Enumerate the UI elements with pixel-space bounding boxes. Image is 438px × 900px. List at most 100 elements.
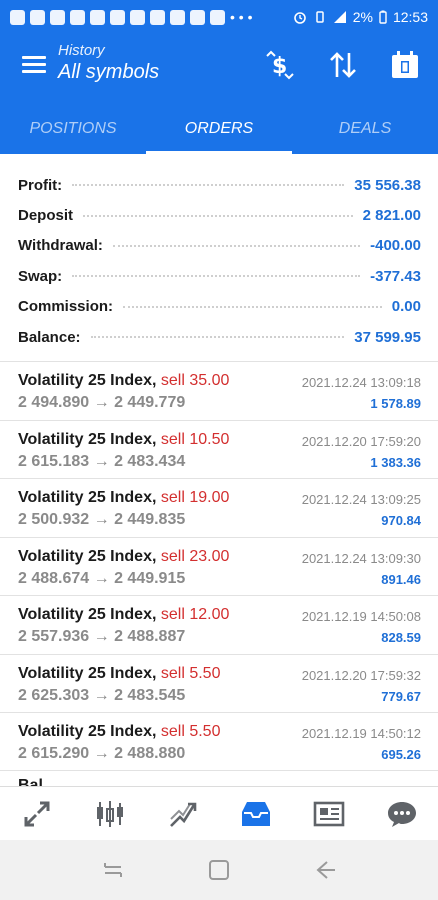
deal-action: sell 19.00: [160, 489, 230, 506]
deal-prices: 2 615.290 → 2 488.880: [18, 745, 186, 762]
deal-prices: 2 494.890 → 2 449.779: [18, 394, 186, 411]
chart-icon: [96, 800, 123, 827]
summary-row-withdrawal: Withdrawal: -400.00: [0, 231, 438, 261]
deal-action: sell 23.00: [160, 547, 230, 565]
summary-label: Withdrawal:: [18, 237, 109, 255]
bottom-nav: [0, 786, 438, 840]
deal-symbol: Volatility 25 Index,: [18, 489, 157, 506]
list-item[interactable]: Volatility 25 Index, sell 12.00 2 557.93…: [0, 595, 438, 654]
deal-action: sell 10.50: [160, 430, 230, 448]
deal-time: 2021.12.20 17:59:32: [301, 667, 421, 683]
system-nav-bar: [0, 840, 438, 900]
deal-prices: 2 625.303 → 2 483.545: [18, 686, 186, 704]
message-icon: [70, 9, 85, 25]
balance-peek-label: Bal: [18, 777, 43, 786]
tab-deals[interactable]: DEALS: [292, 104, 438, 154]
page-title: All symbols: [58, 61, 160, 83]
nav-chat[interactable]: [365, 787, 438, 840]
summary-row-commission: Commission: 0.00: [0, 292, 438, 322]
summary-label: Swap:: [18, 267, 69, 285]
nav-history[interactable]: [219, 787, 292, 840]
warning-icon: [30, 9, 45, 25]
deal-profit: 970.84: [381, 513, 421, 528]
nav-chart[interactable]: [73, 787, 146, 840]
play-icon: [150, 9, 165, 25]
list-item[interactable]: Volatility 25 Index, sell 5.50 2 615.290…: [0, 712, 438, 771]
nav-quotes[interactable]: [0, 787, 73, 840]
summary-value: -377.43: [364, 267, 421, 285]
back-icon[interactable]: [313, 859, 337, 881]
deals-list: Volatility 25 Index, sell 35.00 2 494.89…: [0, 361, 438, 771]
calendar-icon[interactable]: [388, 48, 422, 82]
vibrate-icon: [315, 11, 324, 23]
alarm-icon: [293, 12, 306, 24]
deal-time: 2021.12.19 14:50:12: [301, 726, 421, 741]
list-item[interactable]: Volatility 25 Index, sell 10.50 2 615.18…: [0, 419, 438, 479]
trade-icon: [169, 802, 196, 827]
summary-row-deposit: Deposit 2 821.00: [0, 200, 438, 230]
deal-prices: 2 500.932 → 2 449.835: [18, 511, 186, 528]
quotes-icon: [24, 801, 49, 826]
notification-icons: • • •: [10, 9, 252, 25]
list-item[interactable]: Volatility 25 Index, sell 35.00 2 494.89…: [0, 361, 438, 420]
deal-symbol: Volatility 25 Index,: [18, 372, 157, 389]
dotted-leader: [112, 244, 361, 247]
dotted-leader: [72, 184, 345, 187]
summary-value: -400.00: [364, 237, 421, 255]
deal-title: Volatility 25 Index, sell 19.00: [18, 489, 229, 507]
photo-icon: [190, 9, 205, 25]
summary-label: Deposit: [18, 207, 80, 225]
deal-time: 2021.12.24 13:09:30: [301, 550, 421, 566]
signal-icon: [333, 11, 346, 23]
deal-profit: 695.26: [381, 747, 421, 762]
tab-orders[interactable]: ORDERS: [146, 104, 292, 154]
notification-icon: [10, 9, 25, 25]
messenger-icon: [130, 9, 145, 25]
deal-symbol: Volatility 25 Index,: [18, 430, 157, 448]
recent-apps-icon[interactable]: [101, 860, 125, 880]
summary-value: 0.00: [385, 298, 421, 316]
deal-title: Volatility 25 Index, sell 10.50: [18, 431, 229, 449]
deal-time: 2021.12.24 13:09:18: [301, 375, 421, 390]
gallery-icon: [170, 9, 185, 25]
whatsapp-icon: [110, 9, 125, 25]
home-icon[interactable]: [208, 859, 230, 881]
deal-prices: 2 615.183 → 2 483.434: [18, 452, 186, 470]
deal-prices: 2 557.936 → 2 488.887: [18, 628, 186, 645]
page-subtitle: History: [58, 42, 105, 59]
deal-profit: 1 383.36: [370, 454, 421, 470]
dotted-leader: [90, 336, 345, 339]
history-icon: [241, 801, 270, 826]
message-icon: [50, 9, 65, 25]
dotted-leader: [123, 305, 382, 308]
deal-time: 2021.12.19 14:50:08: [301, 609, 421, 624]
battery-icon: [379, 10, 387, 24]
dollar-sort-icon[interactable]: $: [262, 48, 296, 82]
more-notifications-icon: • • •: [230, 9, 253, 25]
summary-label: Commission:: [18, 298, 120, 316]
news-icon: [313, 801, 344, 826]
deal-title: Volatility 25 Index, sell 35.00: [18, 372, 229, 390]
summary-row-profit: Profit: 35 556.38: [0, 170, 438, 200]
summary-panel: Profit: 35 556.38 Deposit 2 821.00 Withd…: [0, 170, 438, 352]
sort-icon[interactable]: [326, 48, 360, 82]
summary-row-balance: Balance: 37 599.95: [0, 322, 438, 352]
deal-title: Volatility 25 Index, sell 5.50: [18, 665, 220, 683]
tab-positions[interactable]: POSITIONS: [0, 104, 146, 154]
summary-label: Profit:: [18, 176, 69, 194]
nav-trade[interactable]: [146, 787, 219, 840]
list-item[interactable]: Volatility 25 Index, sell 5.50 2 625.303…: [0, 653, 438, 713]
list-item[interactable]: Volatility 25 Index, sell 19.00 2 500.93…: [0, 478, 438, 537]
mail-icon: [210, 9, 225, 25]
summary-row-swap: Swap: -377.43: [0, 261, 438, 291]
nav-news[interactable]: [292, 787, 365, 840]
summary-value: 2 821.00: [356, 207, 421, 225]
list-item[interactable]: Volatility 25 Index, sell 23.00 2 488.67…: [0, 536, 438, 596]
deal-action: sell 5.50: [160, 723, 221, 740]
summary-label: Balance:: [18, 328, 87, 346]
title-block[interactable]: History All symbols: [58, 42, 159, 84]
deal-symbol: Volatility 25 Index,: [18, 723, 157, 740]
tab-bar: POSITIONS ORDERS DEALS: [0, 104, 438, 154]
deal-time: 2021.12.24 13:09:25: [301, 492, 421, 507]
menu-icon[interactable]: [22, 56, 46, 74]
